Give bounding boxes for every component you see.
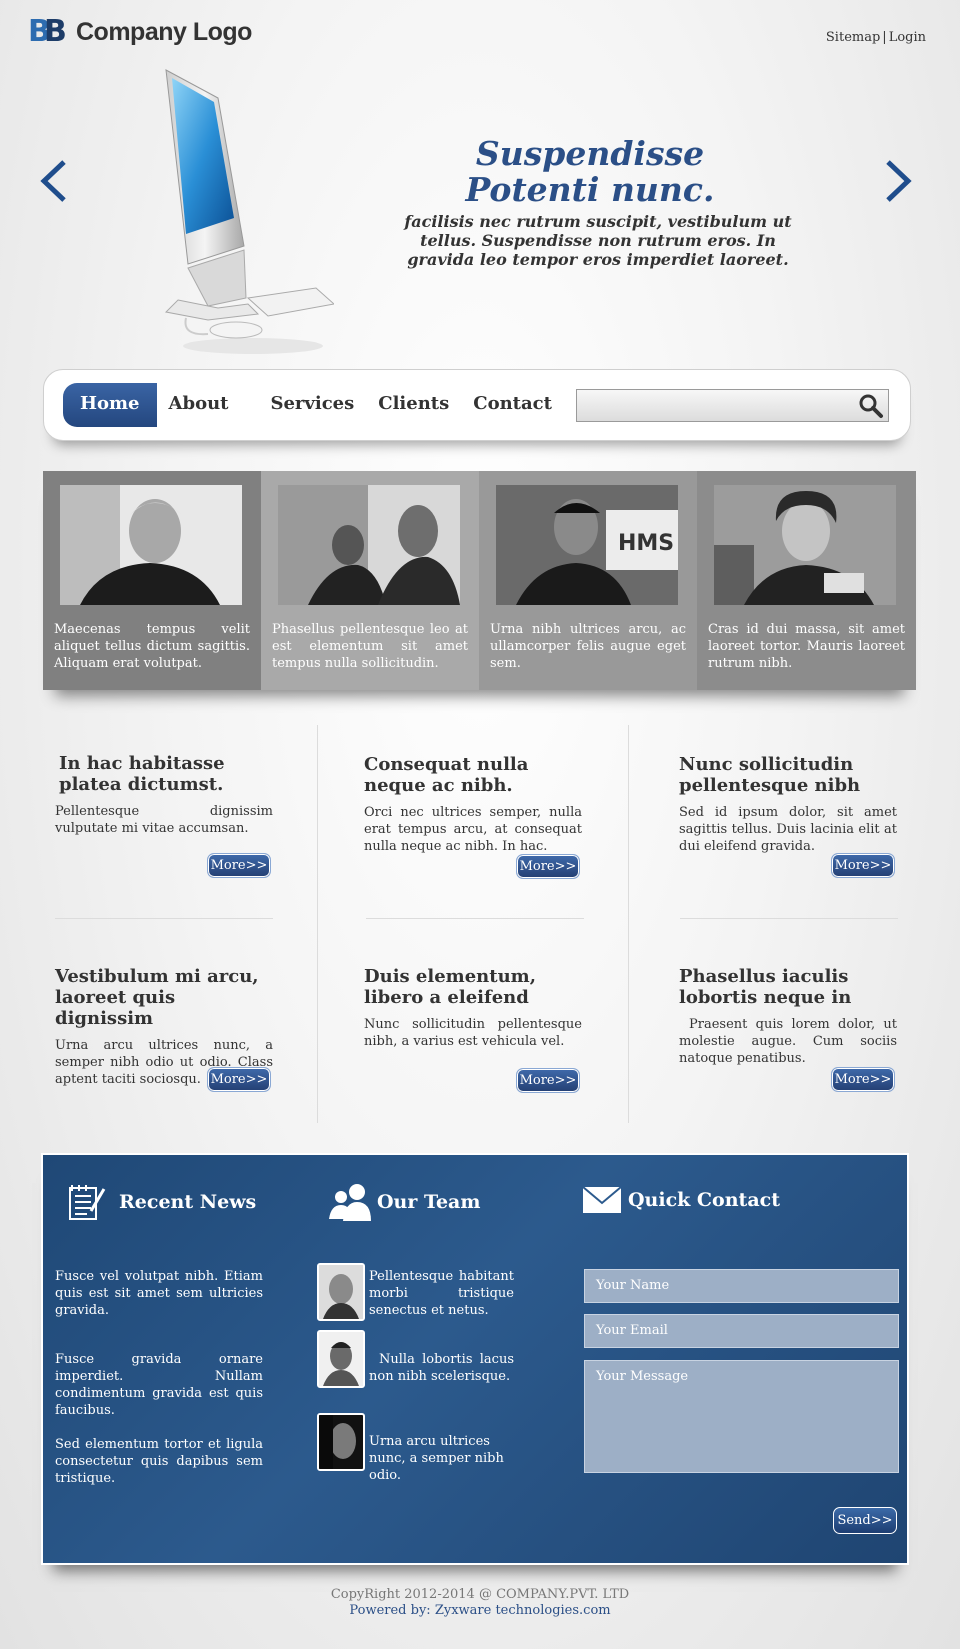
- card-title: Vestibulum mi arcu, laoreet quis digniss…: [55, 966, 259, 1029]
- nav-item-contact[interactable]: Contact: [461, 383, 564, 427]
- card-text: Orci nec ultrices semper, nulla erat tem…: [364, 805, 582, 854]
- tile-caption: Phasellus pellentesque leo at est elemen…: [272, 622, 468, 671]
- man-laughing-photo: [60, 485, 242, 605]
- column-divider: [317, 725, 318, 1123]
- tile-caption: Cras id dui massa, sit amet laoreet tort…: [708, 622, 905, 671]
- news-item[interactable]: Sed elementum tortor et ligula consectet…: [55, 1436, 263, 1487]
- recent-news-title: Recent News: [119, 1191, 257, 1213]
- slider-prev-arrow-icon[interactable]: [36, 156, 72, 216]
- search-input[interactable]: [577, 390, 847, 421]
- more-button[interactable]: More>>: [207, 853, 271, 878]
- envelope-icon: [582, 1186, 622, 1213]
- hero-title: Suspendisse Potenti nunc.: [380, 136, 800, 208]
- quick-contact-heading: Quick Contact: [582, 1183, 780, 1217]
- feature-tile[interactable]: Maecenas tempus velit aliquet tellus dic…: [43, 471, 261, 690]
- email-field[interactable]: Your Email: [584, 1314, 899, 1348]
- powered-by: Powered by: Zyxware technologies.com: [0, 1603, 960, 1618]
- powered-by-link[interactable]: Zyxware technologies.com: [435, 1603, 611, 1618]
- top-links: Sitemap | Login: [826, 30, 926, 45]
- team-member-avatar: [317, 1413, 365, 1471]
- more-button[interactable]: More>>: [831, 1067, 895, 1092]
- card-text: Nunc sollicitudin pellentesque nibh, a v…: [364, 1017, 582, 1049]
- feature-tiles: Maecenas tempus velit aliquet tellus dic…: [43, 471, 916, 690]
- hero-text: facilisis nec rutrum suscipit, vestibulu…: [404, 212, 792, 269]
- login-link[interactable]: Login: [889, 30, 926, 45]
- card-title: Duis elementum, libero a eleifend: [364, 966, 536, 1008]
- card-title: Nunc sollicitudin pellentesque nibh: [679, 754, 861, 796]
- powered-by-label: Powered by:: [349, 1603, 435, 1618]
- more-button[interactable]: More>>: [516, 854, 580, 879]
- team-member-text: Urna arcu ultrices nunc, a semper nibh o…: [369, 1434, 504, 1483]
- team-icon: [329, 1184, 371, 1221]
- hero-title-line2: Potenti nunc.: [465, 170, 715, 209]
- more-button[interactable]: More>>: [516, 1068, 580, 1093]
- our-team-heading: Our Team: [329, 1183, 480, 1221]
- hero-title-line1: Suspendisse: [475, 134, 705, 173]
- feature-tile[interactable]: Cras id dui massa, sit amet laoreet tort…: [697, 471, 916, 690]
- two-men-talking-photo: [278, 485, 460, 605]
- card-title: Consequat nulla neque ac nibh.: [364, 754, 529, 796]
- nav-item-clients[interactable]: Clients: [366, 383, 461, 427]
- smiling-man-photo: [714, 485, 896, 605]
- logo-mark-icon: BB: [28, 14, 67, 49]
- our-team-title: Our Team: [377, 1191, 481, 1213]
- imac-computer-icon: [164, 69, 334, 354]
- content-card: Nunc sollicitudin pellentesque nibh Sed …: [679, 754, 897, 855]
- search-box: [576, 389, 889, 422]
- more-button[interactable]: More>>: [831, 853, 895, 878]
- navigation-bar: Home About Services Clients Contact: [43, 369, 911, 441]
- team-member-text: Nulla lobortis lacus non nibh scelerisqu…: [369, 1352, 514, 1384]
- recent-news-heading: Recent News: [67, 1183, 256, 1221]
- card-title: Phasellus iaculis lobortis neque in: [679, 966, 852, 1008]
- man-thinking-photo: HMS: [496, 485, 678, 605]
- feature-tile[interactable]: Phasellus pellentesque leo at est elemen…: [261, 471, 479, 690]
- team-member-avatar: [317, 1263, 365, 1321]
- message-field[interactable]: Your Message: [584, 1360, 899, 1473]
- news-item[interactable]: Fusce gravida ornare imperdiet. Nullam c…: [55, 1351, 263, 1419]
- card-title: In hac habitasse platea dictumst.: [59, 753, 225, 795]
- footer-panel: Recent News Our Team Quick Contact Fusce…: [41, 1153, 909, 1565]
- top-links-separator: |: [882, 30, 887, 45]
- row-divider: [680, 918, 898, 919]
- feature-tile[interactable]: HMS Urna nibh ultrices arcu, ac ullamcor…: [479, 471, 697, 690]
- slider-next-arrow-icon[interactable]: [880, 156, 916, 216]
- svg-text:HMS: HMS: [618, 531, 674, 556]
- copyright-text: CopyRight 2012-2014 @ COMPANY.PVT. LTD: [330, 1587, 630, 1602]
- column-divider: [628, 725, 629, 1123]
- content-card: Consequat nulla neque ac nibh. Orci nec …: [364, 754, 582, 855]
- nav-item-home[interactable]: Home: [63, 383, 157, 427]
- nav-item-about[interactable]: About: [157, 383, 241, 427]
- card-text: Sed id ipsum dolor, sit amet sagittis te…: [679, 805, 897, 854]
- company-logo[interactable]: BB Company Logo: [28, 14, 252, 50]
- send-button[interactable]: Send>>: [833, 1507, 897, 1534]
- content-card: Phasellus iaculis lobortis neque in Prae…: [679, 966, 897, 1067]
- row-divider: [55, 918, 273, 919]
- main-nav: Home About Services Clients Contact: [63, 383, 564, 427]
- logo-text: Company Logo: [76, 17, 252, 46]
- content-card: In hac habitasse platea dictumst. Pellen…: [55, 753, 273, 837]
- team-member-avatar: [317, 1330, 365, 1388]
- tile-caption: Maecenas tempus velit aliquet tellus dic…: [54, 622, 250, 671]
- team-member-text: Pellentesque habitant morbi tristique se…: [369, 1269, 514, 1318]
- notepad-icon: [69, 1185, 106, 1220]
- nav-item-services[interactable]: Services: [240, 383, 366, 427]
- more-button[interactable]: More>>: [207, 1067, 271, 1092]
- quick-contact-title: Quick Contact: [628, 1189, 780, 1211]
- news-item[interactable]: Fusce vel volutpat nibh. Etiam quis est …: [55, 1268, 263, 1319]
- sitemap-link[interactable]: Sitemap: [826, 30, 880, 45]
- tile-caption: Urna nibh ultrices arcu, ac ullamcorper …: [490, 622, 686, 671]
- card-text: Praesent quis lorem dolor, ut molestie a…: [679, 1017, 897, 1066]
- content-card: Duis elementum, libero a eleifend Nunc s…: [364, 966, 582, 1050]
- search-icon[interactable]: [858, 393, 884, 419]
- row-divider: [366, 918, 584, 919]
- card-text: Pellentesque dignissim vulputate mi vita…: [55, 804, 273, 836]
- name-field[interactable]: Your Name: [584, 1269, 899, 1303]
